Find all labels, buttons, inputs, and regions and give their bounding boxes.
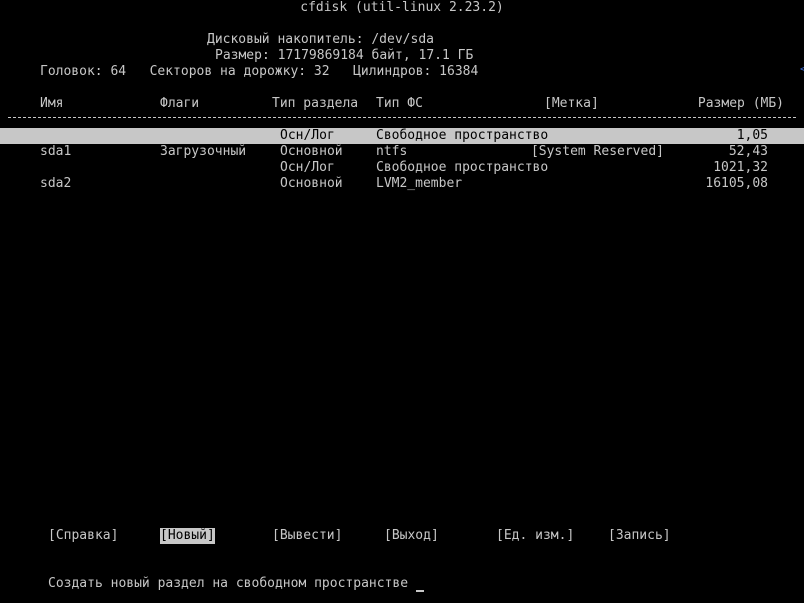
help-button[interactable]: [Справка]: [48, 528, 118, 544]
column-partition-type: Тип раздела: [272, 96, 359, 111]
partition-type: Осн/Лог: [280, 128, 335, 143]
partition-row[interactable]: Осн/Лог Свободное пространство 1021,32: [0, 160, 804, 176]
partition-name: sda2: [40, 176, 72, 191]
quit-button[interactable]: [Выход]: [384, 528, 439, 544]
text-cursor: [416, 590, 424, 592]
column-label: [Метка]: [544, 96, 599, 111]
partition-row[interactable]: Осн/Лог Свободное пространство 1,05: [0, 128, 804, 144]
column-fs-type: Тип ФС: [376, 96, 423, 111]
column-name: Имя: [40, 96, 64, 111]
write-button[interactable]: [Запись]: [608, 528, 671, 544]
partition-row[interactable]: sda1 Загрузочный Основной ntfs [System R…: [0, 144, 804, 160]
column-flags: Флаги: [160, 96, 200, 111]
disk-geometry-line: Головок: 64 Секторов на дорожку: 32 Цили…: [40, 64, 479, 79]
units-button[interactable]: [Ед. изм.]: [496, 528, 574, 544]
partition-size: 1,05: [736, 128, 768, 143]
partition-size: 1021,32: [713, 160, 768, 175]
partition-size: 16105,08: [705, 176, 768, 191]
partition-flags: Загрузочный: [160, 144, 247, 159]
partition-size: 52,43: [728, 144, 768, 159]
edge-marker-icon: <: [800, 64, 804, 75]
partition-type: Основной: [280, 176, 343, 191]
disk-device-line: Дисковый накопитель: /dev/sda: [207, 32, 434, 47]
app-title: cfdisk (util-linux 2.23.2): [300, 0, 504, 15]
status-message: Создать новый раздел на свободном простр…: [48, 576, 409, 591]
partition-row[interactable]: sda2 Основной LVM2_member 16105,08: [0, 176, 804, 192]
terminal-screen: cfdisk (util-linux 2.23.2) Дисковый нако…: [0, 0, 804, 603]
header-divider: [8, 117, 796, 118]
column-size: Размер (МБ): [697, 96, 784, 111]
partition-type: Осн/Лог: [280, 160, 335, 175]
partition-fs-type: ntfs: [376, 144, 408, 159]
partition-fs-type: LVM2_member: [376, 176, 463, 191]
partition-type: Основной: [280, 144, 343, 159]
new-partition-button[interactable]: [Новый]: [160, 528, 215, 544]
partition-name: sda1: [40, 144, 72, 159]
print-button[interactable]: [Вывести]: [272, 528, 342, 544]
disk-size-line: Размер: 17179869184 байт, 17.1 ГБ: [215, 48, 474, 63]
